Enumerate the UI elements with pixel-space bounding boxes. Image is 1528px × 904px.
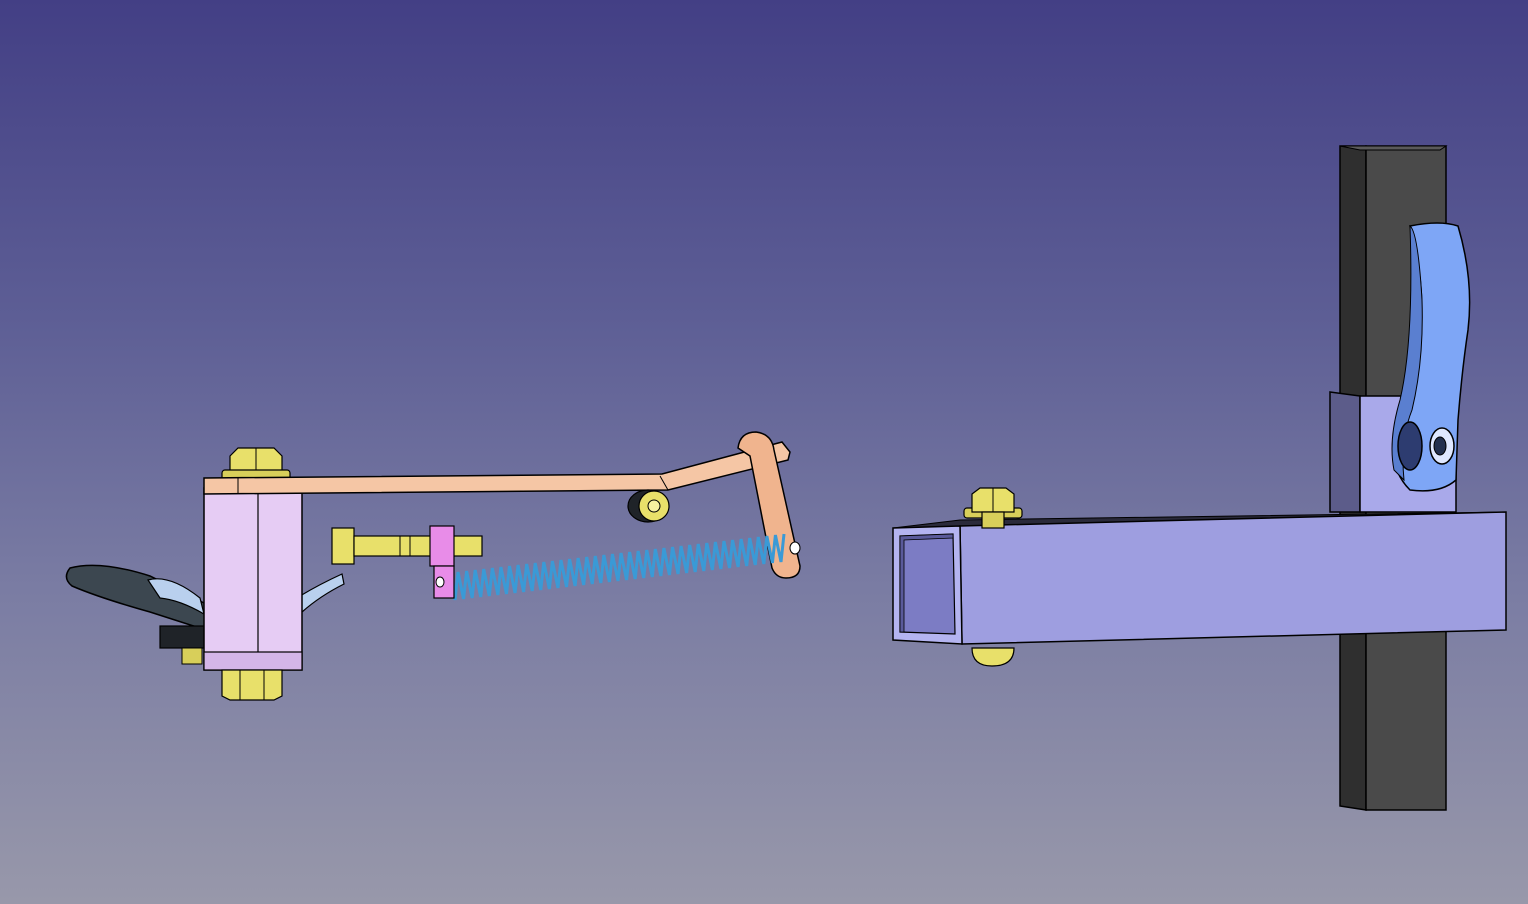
roller[interactable] [627,489,670,523]
top-nut[interactable] [221,447,291,481]
pivot-arm[interactable] [203,441,791,495]
horizontal-tube[interactable] [892,511,1507,645]
3d-viewport[interactable] [0,0,1528,904]
housing-cylinder[interactable] [203,487,303,671]
spring-clip[interactable] [429,525,455,599]
bottom-bolt-head[interactable] [971,647,1015,667]
3d-scene[interactable] [0,0,1528,904]
adjuster-bolt[interactable] [331,527,483,565]
bottom-nut[interactable] [221,669,283,701]
tension-spring[interactable] [450,533,786,601]
